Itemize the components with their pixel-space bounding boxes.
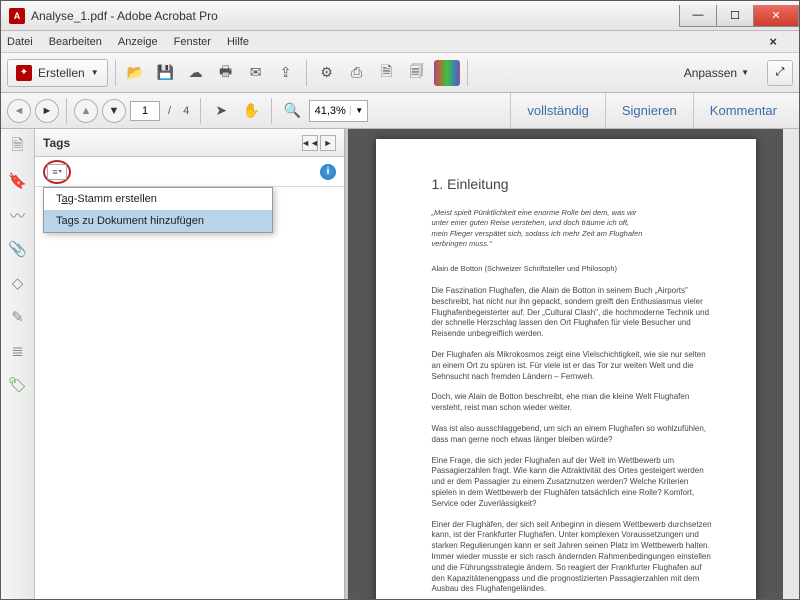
page-input[interactable]	[130, 101, 160, 121]
hand-tool-icon[interactable]: ✋	[238, 98, 264, 124]
bookmarks-icon[interactable]: 🔖	[8, 171, 28, 191]
main-toolbar: ✦ Erstellen ▼ 📂 💾 ☁ 🖶 ✉ ⇪ ⚙ ⎙ 🗎 🗐 Anpass…	[1, 53, 799, 93]
menu-close-icon[interactable]: ×	[769, 34, 777, 49]
tags-icon[interactable]: 🏷	[8, 375, 28, 395]
next-view-button[interactable]: ►	[35, 99, 59, 123]
doc-quote: „Meist spielt Pünktlichkeit eine enorme …	[432, 208, 645, 250]
signatures-icon[interactable]: 〰	[8, 205, 28, 225]
doc-para: Einer der Flughäfen, der sich seit Anbeg…	[432, 520, 716, 596]
prev-view-button[interactable]: ◄	[7, 99, 31, 123]
thumbnails-icon[interactable]: 🗎	[8, 137, 28, 157]
attachments-icon[interactable]: 📎	[8, 239, 28, 259]
maximize-button[interactable]: ☐	[716, 5, 754, 27]
create-icon: ✦	[16, 65, 32, 81]
expand-button[interactable]: ⤢	[767, 60, 793, 86]
separator	[306, 60, 307, 86]
minimize-button[interactable]: —	[679, 5, 717, 27]
edit-icon[interactable]: ✎	[8, 307, 28, 327]
create-label: Erstellen	[38, 66, 85, 80]
zoom-dropdown-icon[interactable]: ▼	[350, 106, 367, 115]
print-icon[interactable]: 🖶	[213, 60, 239, 86]
panel-next-button[interactable]: ►	[320, 135, 336, 151]
color-icon[interactable]	[434, 60, 460, 86]
doc-author: Alain de Botton (Schweizer Schriftstelle…	[432, 264, 716, 274]
zoom-input[interactable]	[310, 105, 350, 117]
menu-fenster[interactable]: Fenster	[174, 36, 211, 48]
zoom-field[interactable]: ▼	[309, 100, 368, 122]
zoom-tool-icon[interactable]: 🔍	[279, 98, 305, 124]
menu-add-tags-to-document[interactable]: Tags zu Dokument hinzufügen	[44, 210, 272, 232]
order-icon[interactable]: ≣	[8, 341, 28, 361]
tool1-icon[interactable]: ⎙	[344, 60, 370, 86]
tags-toolbar: ≡▾ i	[35, 157, 344, 187]
doc-para: Die Faszination Flughafen, die Alain de …	[432, 286, 716, 340]
tags-options-button[interactable]: ≡▾	[43, 160, 71, 184]
layers-icon[interactable]: ◇	[8, 273, 28, 293]
page-sep: /	[168, 105, 171, 117]
close-button[interactable]: ✕	[753, 5, 799, 27]
mail-icon[interactable]: ✉	[243, 60, 269, 86]
separator	[271, 98, 272, 124]
chevron-down-icon: ▼	[91, 68, 99, 77]
page-total: 4	[183, 105, 189, 117]
chevron-down-icon: ▼	[741, 68, 749, 77]
select-tool-icon[interactable]: ➤	[208, 98, 234, 124]
menu-create-tag-root[interactable]: Tag-Stamm erstellen	[44, 188, 272, 210]
info-icon[interactable]: i	[320, 164, 336, 180]
tool2-icon[interactable]: 🗎	[374, 60, 400, 86]
tags-panel: Tags ◄◄ ► ≡▾ i Tag-Stamm erstellen Tags …	[35, 129, 345, 599]
doc-para: Doch, wie Alain de Botton beschreibt, eh…	[432, 392, 716, 414]
scrollbar[interactable]	[783, 129, 799, 599]
tags-title: Tags	[43, 136, 70, 150]
comment-button[interactable]: Kommentar	[693, 93, 793, 128]
gear-icon[interactable]: ⚙	[314, 60, 340, 86]
nav-rail: 🗎 🔖 〰 📎 ◇ ✎ ≣ 🏷	[1, 129, 35, 599]
save-icon[interactable]: 💾	[153, 60, 179, 86]
titlebar: A Analyse_1.pdf - Adobe Acrobat Pro — ☐ …	[1, 1, 799, 31]
menu-anzeige[interactable]: Anzeige	[118, 36, 158, 48]
pdf-page: 1. Einleitung „Meist spielt Pünktlichkei…	[376, 139, 756, 599]
separator	[115, 60, 116, 86]
menubar: Datei Bearbeiten Anzeige Fenster Hilfe ×	[1, 31, 799, 53]
menu-bearbeiten[interactable]: Bearbeiten	[49, 36, 102, 48]
tool3-icon[interactable]: 🗐	[404, 60, 430, 86]
customize-label: Anpassen	[684, 66, 737, 80]
page-up-button[interactable]: ▲	[74, 99, 98, 123]
sign-button[interactable]: Signieren	[605, 93, 693, 128]
page-down-button[interactable]: ▼	[102, 99, 126, 123]
cloud-icon[interactable]: ☁	[183, 60, 209, 86]
tags-options-menu: Tag-Stamm erstellen Tags zu Dokument hin…	[43, 187, 273, 233]
document-area[interactable]: 1. Einleitung „Meist spielt Pünktlichkei…	[348, 129, 783, 599]
doc-heading: 1. Einleitung	[432, 175, 716, 194]
export-icon[interactable]: ⇪	[273, 60, 299, 86]
open-icon[interactable]: 📂	[123, 60, 149, 86]
app-icon: A	[9, 8, 25, 24]
separator	[467, 60, 468, 86]
customize-button[interactable]: Anpassen ▼	[676, 66, 757, 80]
separator	[200, 98, 201, 124]
fullscreen-button[interactable]: vollständig	[510, 93, 604, 128]
menu-datei[interactable]: Datei	[7, 36, 33, 48]
doc-para: Der Flughafen als Mikrokosmos zeigt eine…	[432, 350, 716, 382]
panel-prev-button[interactable]: ◄◄	[302, 135, 318, 151]
nav-toolbar: ◄ ► ▲ ▼ / 4 ➤ ✋ 🔍 ▼ vollständig Signiere…	[1, 93, 799, 129]
separator	[66, 98, 67, 124]
doc-para: Eine Frage, die sich jeder Flughafen auf…	[432, 456, 716, 510]
window-title: Analyse_1.pdf - Adobe Acrobat Pro	[31, 9, 680, 23]
create-button[interactable]: ✦ Erstellen ▼	[7, 59, 108, 87]
menu-hilfe[interactable]: Hilfe	[227, 36, 249, 48]
tags-header: Tags ◄◄ ►	[35, 129, 344, 157]
doc-para: Was ist also ausschlaggebend, um sich an…	[432, 424, 716, 446]
